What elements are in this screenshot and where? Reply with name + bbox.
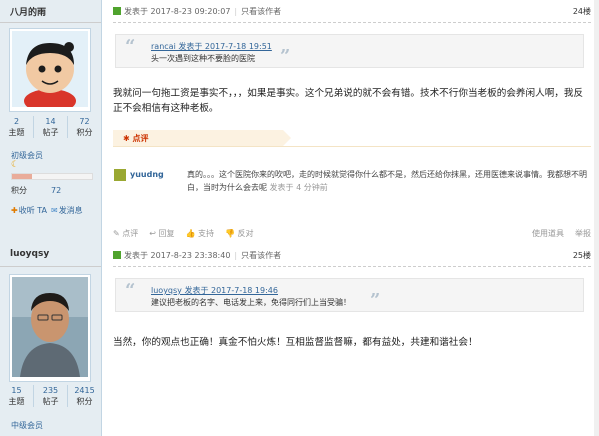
floor-number[interactable]: 24楼	[573, 6, 591, 17]
post-message: 我就问一句拖工资是事实不，，，如果是事实。这个兄弟说的就不会有错。技术不行你当老…	[113, 88, 584, 114]
online-status-icon	[113, 7, 121, 15]
post-footer: ✎ 点评 ↩ 回复 👍 支持 👎 反对 使用道具 举报	[113, 228, 591, 239]
rating-box: yuudng 真的。。。这个医院你来的吹吧，走的时候就觉得你什么都不是，然后还给…	[113, 146, 591, 207]
author-sidebar: luoyqsy 15 主题 235 帖子 2415 积分 中级会员	[0, 244, 102, 436]
level-progress-bar	[11, 173, 93, 180]
rating-comment: 真的。。。这个医院你来的吹吧，走的时候就觉得你什么都不是，然后还给你抹黑，还用医…	[187, 170, 587, 192]
oppose-button[interactable]: 👎 反对	[225, 228, 254, 239]
open-quote-icon: “	[125, 36, 136, 57]
rating-icon: ✱	[123, 134, 130, 143]
author-sidebar: 八月的雨 2 主题 14 帖子 72 积分 初级会员 ☾ 积分 72 ✚ 收听 …	[0, 0, 102, 244]
avatar[interactable]	[9, 28, 91, 113]
only-author-link[interactable]: 只看该作者	[241, 250, 281, 261]
level-star-icon: ☾	[11, 160, 20, 170]
level-progress-fill	[12, 174, 32, 179]
author-name[interactable]: luoyqsy	[10, 249, 49, 259]
quote-source[interactable]: luoyqsy 发表于 2017-7-18 19:46	[151, 285, 278, 296]
divider	[113, 22, 591, 24]
post-time: 发表于 2017-8-23 23:38:40	[124, 250, 231, 260]
author-stats: 2 主题 14 帖子 72 积分	[0, 116, 101, 138]
follow-icon: ✚	[11, 206, 18, 215]
stat-threads[interactable]: 2 主题	[0, 116, 34, 138]
post-header: 发表于 2017-8-23 23:38:40 | 只看该作者 25楼	[113, 249, 591, 261]
online-status-icon	[113, 251, 121, 259]
rate-button[interactable]: ✎ 点评	[113, 228, 138, 239]
divider	[0, 22, 101, 23]
divider	[113, 266, 591, 268]
rating-time: 发表于 4 分钟前	[269, 183, 328, 192]
post-time: 发表于 2017-8-23 09:20:07	[124, 6, 231, 16]
follow-button[interactable]: ✚ 收听 TA	[11, 205, 47, 216]
message-icon: ✉	[50, 206, 58, 215]
quote-block: “ rancai 发表于 2017-7-18 19:51 头一次遇到这种不要脸的…	[115, 34, 584, 68]
close-quote-icon: ”	[370, 290, 381, 311]
stat-threads[interactable]: 15 主题	[0, 385, 34, 407]
post-header: 发表于 2017-8-23 09:20:07 | 只看该作者 24楼	[113, 5, 591, 17]
post-content: 发表于 2017-8-23 09:20:07 | 只看该作者 24楼 “ ran…	[102, 0, 599, 244]
points-row: 积分 72	[11, 186, 62, 195]
support-button[interactable]: 👍 支持	[186, 228, 215, 239]
quote-block: “ luoyqsy 发表于 2017-7-18 19:46 建议把老板的名字、电…	[115, 278, 584, 312]
message-button[interactable]: ✉ 发消息	[51, 205, 83, 216]
rating-tab: ✱ 点评	[113, 130, 291, 146]
author-actions: ✚ 收听 TA ✉ 发消息	[11, 205, 83, 216]
scrollbar[interactable]	[594, 0, 599, 436]
quote-source[interactable]: rancai 发表于 2017-7-18 19:51	[151, 41, 272, 52]
quote-text: 建议把老板的名字、电话发上来，免得同行们上当受骗！	[151, 298, 351, 307]
post-content: 发表于 2017-8-23 23:38:40 | 只看该作者 25楼 “ luo…	[102, 244, 599, 436]
stat-points[interactable]: 72 积分	[68, 116, 101, 138]
use-item-link[interactable]: 使用道具	[532, 228, 564, 239]
avatar[interactable]	[9, 274, 91, 382]
rater-avatar[interactable]	[114, 169, 126, 181]
member-level[interactable]: 中级会员	[11, 420, 43, 431]
reply-button[interactable]: ↩ 回复	[149, 228, 174, 239]
post-24: 八月的雨 2 主题 14 帖子 72 积分 初级会员 ☾ 积分 72 ✚ 收听 …	[0, 0, 599, 244]
stat-points[interactable]: 2415 积分	[68, 385, 101, 407]
only-author-link[interactable]: 只看该作者	[241, 6, 281, 17]
cartoon-avatar-image	[12, 31, 88, 113]
post-25: luoyqsy 15 主题 235 帖子 2415 积分 中级会员 发表于 2017-…	[0, 244, 599, 436]
open-quote-icon: “	[125, 280, 136, 301]
stat-posts[interactable]: 235 帖子	[34, 385, 68, 407]
rating-label: ✱ 点评	[123, 134, 149, 143]
author-stats: 15 主题 235 帖子 2415 积分	[0, 385, 101, 407]
author-name[interactable]: 八月的雨	[10, 5, 46, 18]
quote-text: 头一次遇到这种不要脸的医院	[151, 54, 255, 63]
floor-number[interactable]: 25楼	[573, 250, 591, 261]
rater-name[interactable]: yuudng	[130, 170, 164, 179]
divider	[0, 266, 101, 267]
user-photo-avatar-image	[12, 277, 88, 377]
close-quote-icon: ”	[280, 46, 291, 67]
post-message: 当然，你的观点也正确！真金不怕火炼！互相监督监督嘛，都有益处，共建和谐社会！	[113, 337, 478, 348]
stat-posts[interactable]: 14 帖子	[34, 116, 68, 138]
report-link[interactable]: 举报	[575, 228, 591, 239]
